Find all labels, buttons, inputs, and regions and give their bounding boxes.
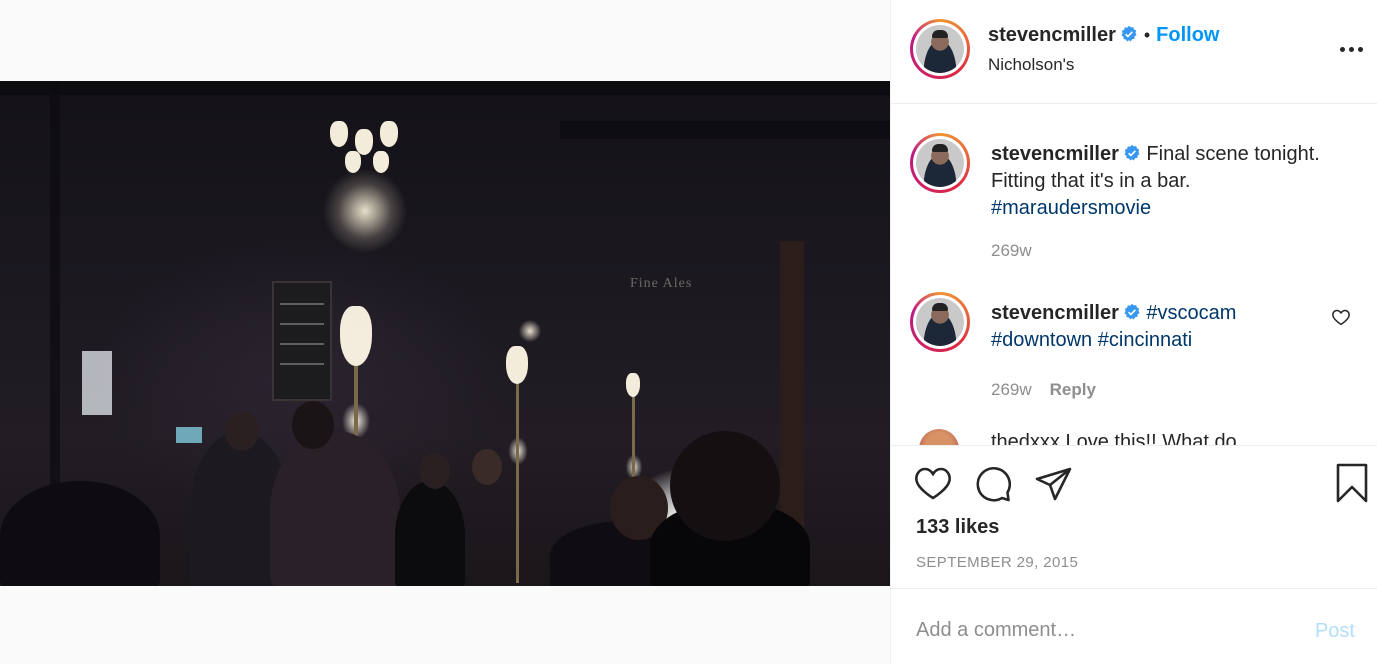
verified-badge-icon <box>1124 303 1140 320</box>
post-location[interactable]: Nicholson's <box>988 55 1074 75</box>
photo-pane: Fine Ales <box>0 0 890 664</box>
caption-hashtag[interactable]: #maraudersmovie <box>991 197 1151 219</box>
comment-username[interactable]: stevencmiller <box>991 302 1119 324</box>
reply-button[interactable]: Reply <box>1050 380 1096 399</box>
post-comment-button[interactable]: Post <box>1315 620 1355 643</box>
verified-badge-icon <box>1121 25 1137 42</box>
post-date[interactable]: SEPTEMBER 29, 2015 <box>916 554 1078 571</box>
photo-sign-text: Fine Ales <box>630 276 693 291</box>
caption-text-block: stevencmiller Final scene tonight. Fitti… <box>991 141 1327 222</box>
bookmark-icon[interactable] <box>1333 462 1371 504</box>
comment-hashtag[interactable]: #vscocam <box>1146 302 1236 324</box>
comment-hashtag[interactable]: #downtown <box>991 329 1092 351</box>
verified-badge-icon <box>1124 144 1140 161</box>
partial-comment-text: thedxxx Love this!! What do <box>991 431 1237 445</box>
post-photo[interactable]: Fine Ales <box>0 81 890 586</box>
post-header: stevencmiller • Follow Nicholson's <box>891 0 1377 104</box>
partial-comment-avatar[interactable] <box>919 429 959 445</box>
comment-timestamp[interactable]: 269w <box>991 380 1032 399</box>
author-avatar[interactable] <box>910 19 970 79</box>
caption-timestamp[interactable]: 269w <box>991 241 1032 261</box>
likes-count[interactable]: 133 likes <box>916 516 999 539</box>
separator-dot: • <box>1143 25 1151 45</box>
author-line: stevencmiller • Follow <box>988 24 1220 47</box>
caption-avatar[interactable] <box>910 133 970 193</box>
post-sidebar: stevencmiller • Follow Nicholson's stevenc… <box>890 0 1377 664</box>
add-comment-bar: Post <box>891 588 1377 664</box>
post-actions: 133 likes SEPTEMBER 29, 2015 <box>891 445 1377 588</box>
paper-plane-icon[interactable] <box>1034 464 1074 504</box>
author-username[interactable]: stevencmiller <box>988 24 1116 46</box>
comment-avatar[interactable] <box>910 292 970 352</box>
comment-bubble-icon[interactable] <box>974 464 1014 504</box>
comment-hashtag[interactable]: #cincinnati <box>1098 329 1193 351</box>
comment-text-block: stevencmiller #vscocam #downtown #cincin… <box>991 300 1327 354</box>
instagram-post-view: Fine Ales stevencmiller • Follow Nichols… <box>0 0 1377 664</box>
more-options-icon[interactable] <box>1337 42 1365 56</box>
comment-meta: 269w Reply <box>991 380 1096 400</box>
follow-button[interactable]: Follow <box>1156 24 1219 46</box>
heart-icon[interactable] <box>913 464 953 504</box>
comment-input[interactable] <box>916 619 1276 642</box>
caption-username[interactable]: stevencmiller <box>991 143 1119 165</box>
chalkboard <box>272 281 332 401</box>
comments-list[interactable]: stevencmiller Final scene tonight. Fitti… <box>891 105 1377 445</box>
comment-like-heart-icon[interactable] <box>1331 308 1351 326</box>
